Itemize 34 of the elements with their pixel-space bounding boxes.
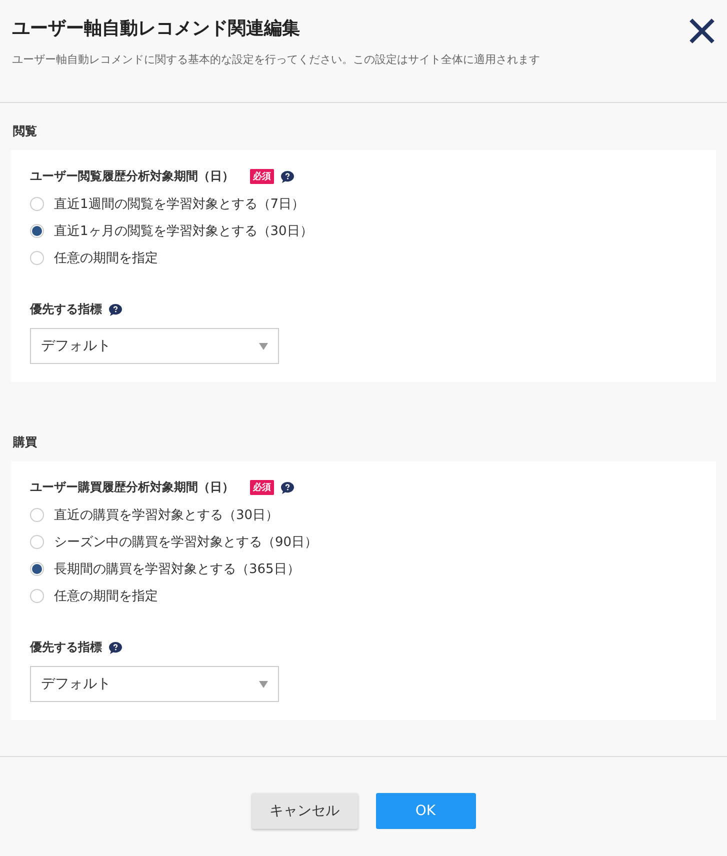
metric-select[interactable]: デフォルト [30, 328, 279, 364]
radio-icon[interactable] [30, 196, 44, 210]
field-label: ユーザー閲覧履歴分析対象期間（日） [30, 168, 234, 185]
radio-option[interactable]: シーズン中の購買を学習対象とする（90日） [30, 528, 318, 555]
field-label: 優先する指標 [30, 301, 102, 318]
radio-option[interactable]: 任意の期間を指定 [30, 244, 158, 271]
help-icon[interactable] [280, 480, 295, 494]
help-icon[interactable] [108, 640, 123, 654]
radio-icon[interactable] [30, 588, 44, 602]
field-label: ユーザー購買履歴分析対象期間（日） [30, 479, 234, 496]
radio-option[interactable]: 直近の購買を学習対象とする（30日） [30, 501, 279, 528]
section-heading: 閲覧 [13, 123, 38, 140]
radio-option[interactable]: 任意の期間を指定 [30, 582, 158, 609]
section-heading: 購買 [13, 434, 38, 451]
required-badge: 必須 [250, 169, 274, 184]
radio-icon[interactable] [30, 508, 44, 522]
radio-icon[interactable] [30, 534, 44, 548]
cancel-button[interactable]: キャンセル [252, 793, 358, 829]
radio-icon[interactable] [30, 250, 44, 264]
radio-icon[interactable] [30, 224, 44, 238]
metric-select[interactable]: デフォルト [30, 666, 279, 702]
dialog-description: ユーザー軸自動レコメンドに関する基本的な設定を行ってください。この設定はサイト全体に適用されます [12, 52, 541, 67]
dialog-title: ユーザー軸自動レコメンド関連編集 [12, 17, 300, 40]
caret-icon [259, 680, 268, 688]
close-icon[interactable] [689, 18, 715, 44]
radio-option[interactable]: 長期間の購買を学習対象とする（365日） [30, 555, 300, 582]
caret-icon [259, 342, 268, 350]
radio-option[interactable]: 直近1ヶ月の閲覧を学習対象とする（30日） [30, 217, 313, 244]
help-icon[interactable] [108, 302, 123, 316]
required-badge: 必須 [250, 480, 274, 495]
help-icon[interactable] [280, 170, 295, 184]
radio-icon[interactable] [30, 562, 44, 576]
field-label: 優先する指標 [30, 639, 102, 656]
radio-option[interactable]: 直近1週間の閲覧を学習対象とする（7日） [30, 190, 305, 217]
